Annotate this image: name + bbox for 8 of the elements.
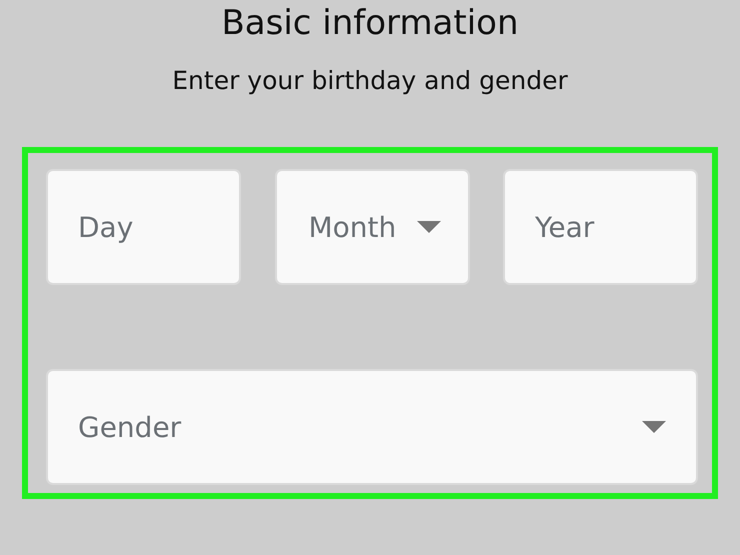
input-field[interactable]: Year (503, 169, 698, 285)
dropdown-field[interactable]: Month (274, 169, 470, 285)
page-subtitle: Enter your birthday and gender (172, 66, 568, 95)
caret-icon (416, 221, 440, 233)
caret-icon (642, 421, 666, 433)
dropdown-field[interactable]: Gender (46, 369, 698, 485)
input-field[interactable]: Day (46, 169, 241, 285)
page-title: Basic information (221, 2, 519, 44)
